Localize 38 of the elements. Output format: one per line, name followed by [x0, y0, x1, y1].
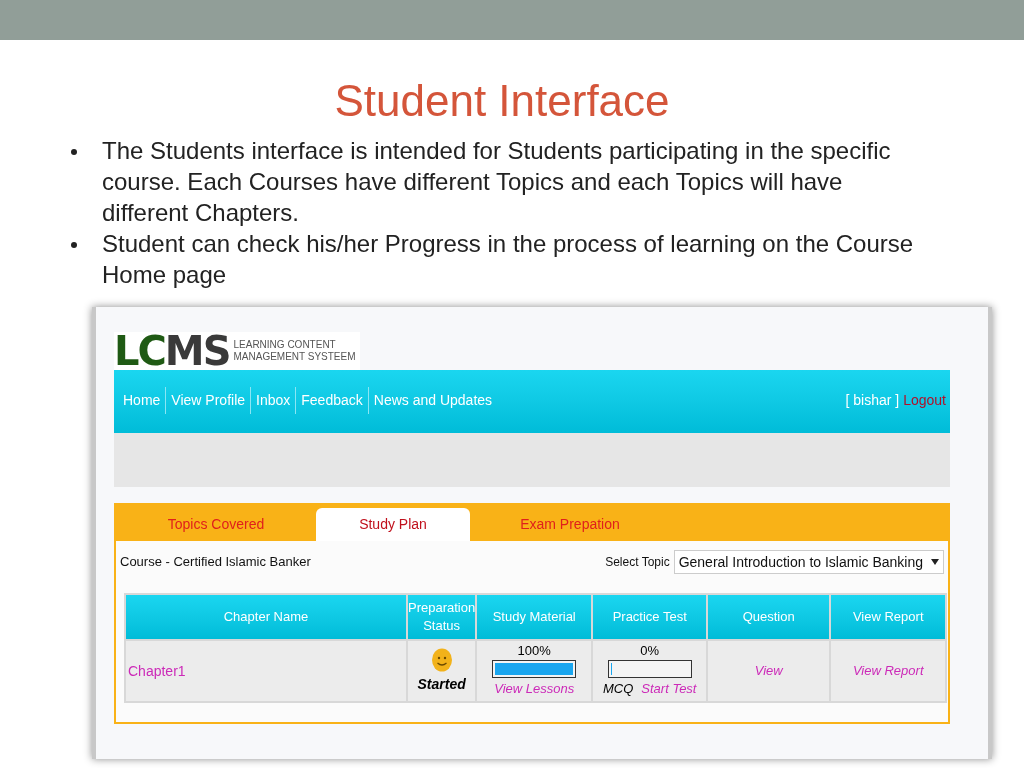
column-header: Preparation Status	[407, 594, 477, 640]
nav-link[interactable]: News and Updates	[368, 387, 498, 414]
view-link[interactable]: View	[754, 663, 783, 679]
bullet-text: The Students interface is intended for Students participating in the specific course. Each Courses have different Topics and each Topics will have different Chapters.	[102, 136, 892, 228]
course-label: Course - Certified Islamic Banker	[120, 553, 311, 572]
bullet-text: Student can check his/her Progress in the process of learning on the Course Home page	[102, 229, 915, 290]
nav-link[interactable]: Feedback	[296, 387, 369, 414]
progress-reading: 0%	[640, 643, 660, 660]
view-lessons-link[interactable]: View Lessons	[494, 679, 575, 699]
logo-mark: LCMS	[114, 332, 230, 370]
select-topic-label: Select Topic	[605, 554, 670, 571]
tab[interactable]: Study Plan	[316, 508, 470, 541]
start-test-link[interactable]: Start Test	[641, 679, 697, 699]
column-header: Chapter Name	[125, 594, 407, 640]
column-header: Practice Test	[592, 594, 708, 640]
bullet-icon	[71, 242, 77, 248]
bullet-icon	[71, 149, 77, 155]
column-header: Question	[707, 594, 831, 640]
user-name: [ bishar ]	[845, 391, 900, 410]
column-header: Study Material	[476, 594, 593, 640]
column-header: View Report	[830, 594, 947, 640]
nav-link[interactable]: Inbox	[251, 387, 297, 414]
nav-link[interactable]: Home	[118, 387, 167, 414]
view-report-link[interactable]: View Report	[852, 663, 924, 679]
tab[interactable]: Exam Prepation	[470, 508, 670, 541]
progress-reading: 100%	[517, 643, 551, 660]
nav-link[interactable]: View Profile	[166, 387, 252, 414]
topic-dropdown[interactable]: General Introduction to Islamic Banking	[673, 550, 944, 574]
logo-tagline: MANAGEMENT SYSTEEM	[233, 351, 356, 363]
status-text: Started	[417, 674, 466, 694]
test-type: MCQ	[602, 680, 634, 699]
logout-link[interactable]: Logout	[903, 390, 946, 411]
logo-tagline: LEARNING CONTENT	[233, 339, 337, 351]
chapter-link[interactable]: Chapter1	[128, 662, 186, 679]
smiley-icon	[430, 647, 453, 672]
dropdown-caret-icon	[931, 559, 939, 565]
tab[interactable]: Topics Covered	[116, 508, 316, 541]
slide-title: Student Interface	[334, 75, 670, 127]
